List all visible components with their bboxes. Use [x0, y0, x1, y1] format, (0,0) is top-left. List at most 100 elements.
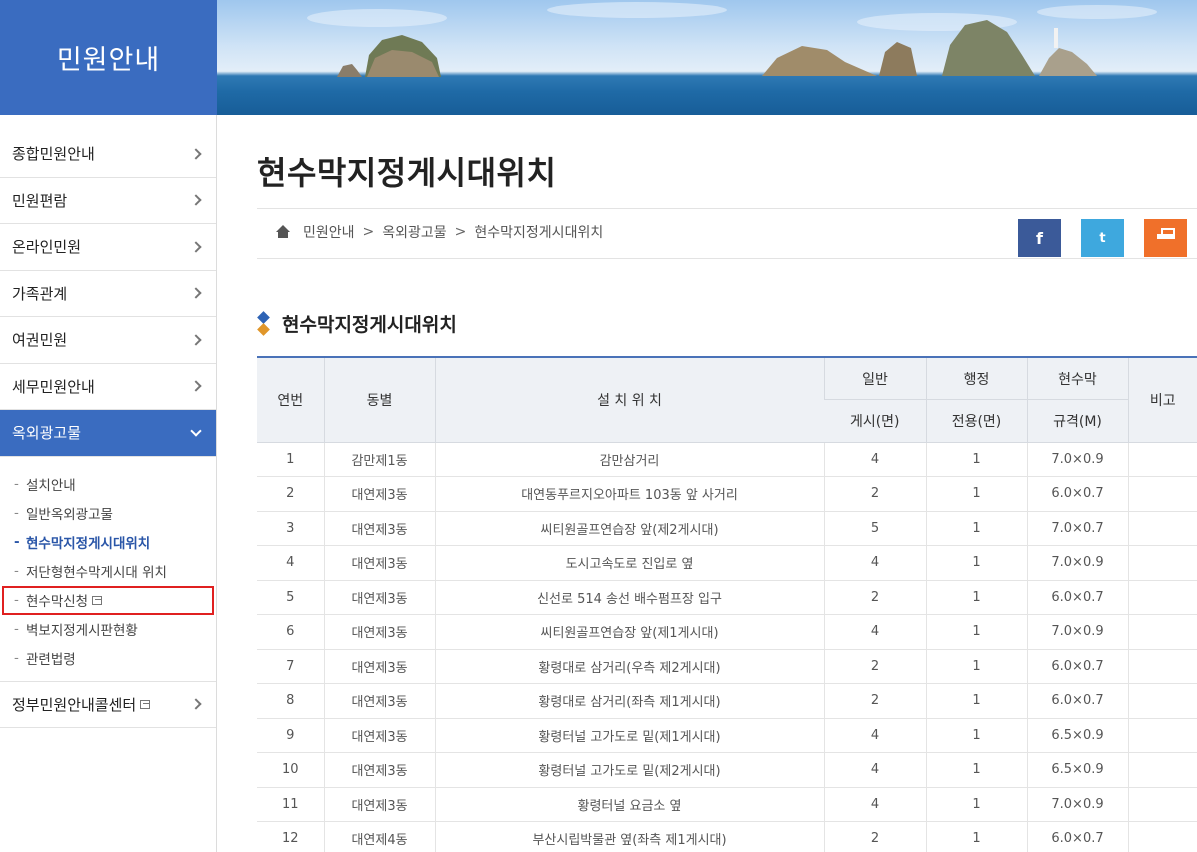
twitter-share-button[interactable]: t [1081, 219, 1124, 257]
home-icon[interactable] [275, 225, 291, 239]
cell-size: 6.0×0.7 [1026, 649, 1128, 684]
chevron-right-icon [190, 194, 202, 206]
cell-location: 황령대로 삼거리(우측 제2게시대) [434, 649, 824, 684]
cell-location: 씨티원골프연습장 앞(제2게시대) [434, 511, 824, 546]
chevron-right-icon [190, 148, 202, 160]
col-header-admin: 행정 [925, 356, 1027, 400]
table-row: 8 대연제3동 황령대로 삼거리(좌측 제1게시대) 2 1 6.0×0.7 [257, 683, 1197, 719]
cell-admin: 1 [925, 614, 1027, 650]
cell-no: 4 [257, 545, 324, 581]
section-title: 현수막지정게시대위치 [257, 310, 457, 337]
cell-general: 5 [823, 511, 926, 546]
sidebar-item-label: 정부민원안내콜센터 [12, 695, 137, 714]
chevron-right-icon [190, 287, 202, 299]
submenu-item-banner-application[interactable]: - 현수막신청 [2, 585, 214, 615]
cell-admin: 1 [925, 476, 1027, 512]
banner-board-table: 연번 동별 설 치 위 치 일반 행정 현수막 비고 게시(면) 전용(면) 규… [257, 356, 1197, 852]
sidebar-item-label: 가족관계 [12, 284, 68, 303]
breadcrumb-item[interactable]: 옥외광고물 [382, 222, 446, 242]
sidebar-item-passport[interactable]: 여권민원 [0, 317, 216, 364]
cell-no: 9 [257, 718, 324, 753]
cell-dong: 대연제4동 [323, 821, 435, 852]
cell-general: 4 [823, 718, 926, 753]
cell-no: 8 [257, 683, 324, 719]
cell-location: 황령터널 요금소 옆 [434, 787, 824, 822]
table-row: 11 대연제3동 황령터널 요금소 옆 4 1 7.0×0.9 [257, 787, 1197, 822]
cell-size: 7.0×0.7 [1026, 511, 1128, 546]
cell-admin: 1 [925, 442, 1027, 477]
cell-size: 6.0×0.7 [1026, 580, 1128, 615]
cell-no: 12 [257, 821, 324, 852]
facebook-share-button[interactable]: f [1018, 219, 1061, 257]
submenu-item-low-banner-board-location[interactable]: - 저단형현수막게시대 위치 [0, 557, 216, 586]
table-row: 5 대연제3동 신선로 514 송선 배수펌프장 입구 2 1 6.0×0.7 [257, 580, 1197, 615]
breadcrumb-item[interactable]: 민원안내 [303, 222, 355, 242]
sidebar-item-label: 종합민원안내 [12, 145, 95, 164]
cell-dong: 대연제3동 [323, 476, 435, 512]
sidebar: 종합민원안내 민원편람 온라인민원 가족관계 여권민원 세무민원안내 옥외광고물… [0, 115, 217, 852]
cell-note [1127, 787, 1197, 822]
cell-location: 황령터널 고가도로 밑(제2게시대) [434, 752, 824, 788]
cell-location: 황령대로 삼거리(좌측 제1게시대) [434, 683, 824, 719]
cell-admin: 1 [925, 821, 1027, 852]
cell-general: 2 [823, 821, 926, 852]
sidebar-item-tax[interactable]: 세무민원안내 [0, 364, 216, 410]
submenu-item-general-outdoor-ads[interactable]: - 일반옥외광고물 [0, 499, 216, 528]
page-title: 현수막지정게시대위치 [257, 154, 557, 192]
sidebar-item-outdoor-ads[interactable]: 옥외광고물 [0, 410, 216, 457]
table-row: 1 감만제1동 감만삼거리 4 1 7.0×0.9 [257, 442, 1197, 477]
submenu-item-poster-board-status[interactable]: - 벽보지정게시판현황 [0, 615, 216, 644]
table-row: 10 대연제3동 황령터널 고가도로 밑(제2게시대) 4 1 6.5×0.9 [257, 752, 1197, 788]
cell-dong: 대연제3동 [323, 787, 435, 822]
cell-size: 6.5×0.9 [1026, 752, 1128, 788]
cell-general: 4 [823, 442, 926, 477]
sidebar-item-family-relations[interactable]: 가족관계 [0, 271, 216, 317]
cell-general: 4 [823, 545, 926, 581]
cell-dong: 대연제3동 [323, 649, 435, 684]
sidebar-item-gov-call-center[interactable]: 정부민원안내콜센터 [0, 682, 216, 728]
cell-general: 2 [823, 476, 926, 512]
submenu-item-related-laws[interactable]: - 관련법령 [0, 644, 216, 673]
chevron-down-icon [190, 425, 202, 437]
cell-note [1127, 683, 1197, 719]
cell-no: 7 [257, 649, 324, 684]
cell-admin: 1 [925, 683, 1027, 719]
cell-admin: 1 [925, 649, 1027, 684]
print-button[interactable] [1144, 219, 1187, 257]
facebook-icon: f [1036, 228, 1043, 248]
sidebar-item-comprehensive-guide[interactable]: 종합민원안내 [0, 131, 216, 178]
cell-note [1127, 752, 1197, 788]
cell-admin: 1 [925, 511, 1027, 546]
sidebar-item-label: 세무민원안내 [12, 377, 95, 396]
chevron-right-icon [190, 698, 202, 710]
cell-admin: 1 [925, 718, 1027, 753]
table-row: 6 대연제3동 씨티원골프연습장 앞(제1게시대) 4 1 7.0×0.9 [257, 614, 1197, 650]
cell-location: 도시고속도로 진입로 옆 [434, 545, 824, 581]
cell-general: 2 [823, 649, 926, 684]
cell-size: 7.0×0.9 [1026, 614, 1128, 650]
cell-dong: 대연제3동 [323, 614, 435, 650]
cell-note [1127, 476, 1197, 512]
sidebar-item-online-civil[interactable]: 온라인민원 [0, 224, 216, 271]
cell-dong: 대연제3동 [323, 683, 435, 719]
table-row: 9 대연제3동 황령터널 고가도로 밑(제1게시대) 4 1 6.5×0.9 [257, 718, 1197, 753]
cell-location: 감만삼거리 [434, 442, 824, 477]
cell-note [1127, 821, 1197, 852]
cell-no: 2 [257, 476, 324, 512]
submenu-item-installation-guide[interactable]: - 설치안내 [0, 470, 216, 499]
cell-dong: 대연제3동 [323, 718, 435, 753]
col-header-admin-sub: 전용(면) [925, 399, 1027, 443]
cell-dong: 대연제3동 [323, 752, 435, 788]
cell-location: 부산시립박물관 옆(좌측 제1게시대) [434, 821, 824, 852]
col-header-no: 연번 [257, 356, 324, 443]
col-header-dong: 동별 [323, 356, 435, 443]
section-title-header: 민원안내 [0, 0, 217, 115]
submenu-item-banner-board-location[interactable]: - 현수막지정게시대위치 [0, 528, 216, 557]
cell-note [1127, 718, 1197, 753]
twitter-icon: t [1099, 230, 1106, 246]
cell-location: 신선로 514 송선 배수펌프장 입구 [434, 580, 824, 615]
sidebar-item-civil-handbook[interactable]: 민원편람 [0, 178, 216, 224]
cell-location: 씨티원골프연습장 앞(제1게시대) [434, 614, 824, 650]
table-row: 12 대연제4동 부산시립박물관 옆(좌측 제1게시대) 2 1 6.0×0.7 [257, 821, 1197, 852]
table-body: 1 감만제1동 감만삼거리 4 1 7.0×0.9 2 대연제3동 대연동푸르지오아파트 103… [257, 442, 1197, 852]
